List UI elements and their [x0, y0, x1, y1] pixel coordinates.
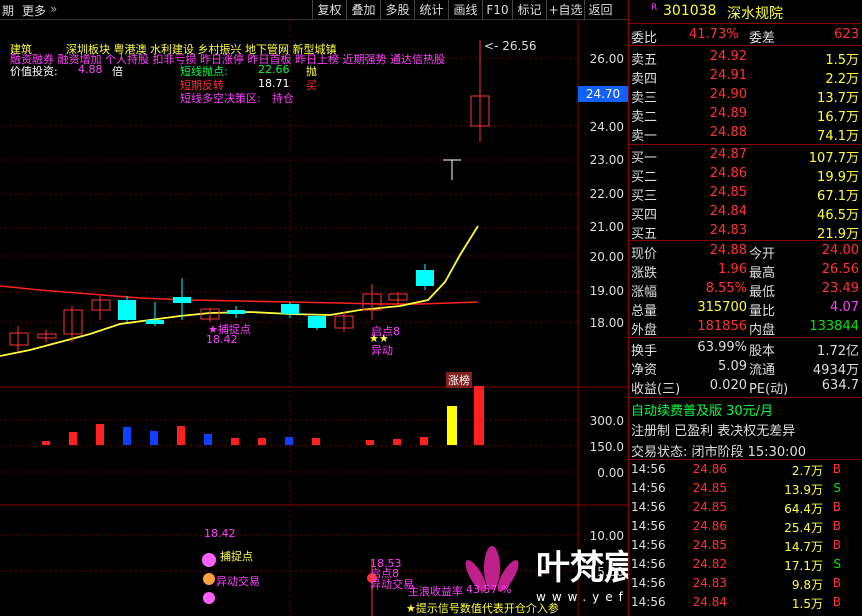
value-unit: 倍	[112, 65, 123, 78]
current-price-tag: 24.70	[578, 86, 628, 102]
bid-row: 买四 24.84 46.5万	[631, 204, 859, 223]
vol-tick-300: 300.0	[589, 414, 624, 428]
r-badge-icon: R	[651, 3, 658, 13]
quote-panel: R 301038 深水规院 委比 41.73% 委差 623 卖五 24.92 1.…	[628, 0, 862, 616]
toolbar-button[interactable]: 标记	[512, 0, 546, 20]
stock-name: 深水规院	[727, 6, 783, 22]
axis-tick-26: 26.00	[589, 52, 624, 66]
toolbar-button[interactable]: +自选	[546, 0, 584, 20]
wave-yield-label: 主浪收益率	[408, 585, 463, 598]
vol-tick-0: 0.00	[597, 466, 624, 480]
sub-catch-label: 捕捉点	[220, 550, 253, 563]
sub-move-trade: 异动交易	[216, 575, 260, 588]
toolbar-button[interactable]: 多股	[380, 0, 414, 20]
ask-row: 卖四 24.91 2.2万	[631, 68, 859, 87]
trade-tick-row: 14:56 24.86 2.7万 B	[631, 462, 841, 478]
catch-point-value: 18.42	[206, 333, 238, 346]
sub-catch-value: 18.42	[204, 527, 236, 540]
fee-line: 自动续费普及版 30元/月	[631, 404, 774, 419]
toolbar-button[interactable]: 复权	[312, 0, 346, 20]
trade-status: 交易状态: 闭市阶段 15:30:00	[631, 445, 807, 460]
stat-row: 总量 315700 量比 4.07	[631, 300, 859, 319]
period-label[interactable]: 期	[2, 2, 14, 19]
axis-tick-19: 19.00	[589, 284, 624, 298]
high-price-label: <- 26.56	[484, 39, 537, 53]
axis-tick-18: 18.00	[589, 316, 624, 330]
axis-tick-20: 20.00	[589, 250, 624, 264]
value-number: 4.88	[78, 63, 103, 76]
zhangbang-badge[interactable]: 涨榜	[446, 372, 472, 388]
decision-value: 持仓	[272, 92, 294, 105]
axis-tick-22: 22.00	[589, 187, 624, 201]
axis-tick-23: 23.00	[589, 153, 624, 167]
stat-row: 涨幅 8.55% 最低 23.49	[631, 281, 859, 300]
toolbar-button[interactable]: 叠加	[346, 0, 380, 20]
toolbar-button[interactable]: 画线	[448, 0, 482, 20]
candles	[9, 40, 490, 352]
decision-label: 短线多空决策区:	[180, 92, 261, 105]
trade-tick-row: 14:56 24.82 17.1万 S	[631, 557, 841, 573]
ask-row: 卖三 24.90 13.7万	[631, 87, 859, 106]
ask-row: 卖五 24.92 1.5万	[631, 49, 859, 68]
reg-line: 注册制 已盈利 表决权无差异	[631, 424, 796, 439]
toolbar-button[interactable]: 统计	[414, 0, 448, 20]
axis-tick-24: 24.00	[589, 120, 624, 134]
bid-row: 买一 24.87 107.7万	[631, 147, 859, 166]
stat-row: 涨跌 1.96 最高 26.56	[631, 262, 859, 281]
bid-row: 买五 24.83 21.9万	[631, 223, 859, 242]
chart-canvas	[0, 20, 628, 616]
volume-bars	[42, 386, 484, 445]
bid-row: 买二 24.86 19.9万	[631, 166, 859, 185]
short-sell-value: 22.66	[258, 63, 290, 76]
trade-tick-row: 14:56 24.85 14.7万 B	[631, 538, 841, 554]
trade-tick-row: 14:56 24.83 9.8万 B	[631, 576, 841, 592]
toolbar-button[interactable]: F10	[482, 0, 512, 20]
stat-row: 现价 24.88 今开 24.00	[631, 243, 859, 262]
weibi-row: 委比 41.73% 委差 623	[631, 27, 859, 46]
vol-tick-150: 150.0	[589, 440, 624, 454]
stat2-row: 净资 5.09 流通 4934万	[631, 359, 859, 378]
axis-tick-21: 21.00	[589, 220, 624, 234]
short-reversal-tag: 买	[306, 79, 317, 92]
stat-row: 外盘 181856 内盘 133844	[631, 319, 859, 338]
trade-tick-row: 14:56 24.84 1.5万 B	[631, 595, 841, 611]
bid-row: 买三 24.85 67.1万	[631, 185, 859, 204]
wave-yield-value: 43.57 %	[466, 583, 512, 596]
trade-tick-row: 14:56 24.85 64.4万 B	[631, 500, 841, 516]
stat2-row: 换手 63.99% 股本 1.72亿	[631, 340, 859, 359]
value-label: 价值投资:	[10, 65, 58, 78]
stock-code: 301038	[663, 3, 717, 19]
more-menu[interactable]: 更多	[22, 2, 46, 19]
trade-tick-row: 14:56 24.85 13.9万 S	[631, 481, 841, 497]
ask-row: 卖二 24.89 16.7万	[631, 106, 859, 125]
kline-chart[interactable]: 26.00 24.00 23.00 22.00 21.00 20.00 19.0…	[0, 20, 808, 616]
short-reversal-value: 18.71	[258, 77, 290, 90]
ask-row: 卖一 24.88 74.1万	[631, 125, 859, 144]
move-label: 异动	[371, 344, 393, 357]
stat2-row: 收益(三) 0.020 PE(动) 634.7	[631, 378, 859, 397]
more-chevron-icon[interactable]: »	[50, 2, 57, 16]
trade-tick-row: 14:56 24.86 25.4万 B	[631, 519, 841, 535]
chart-toolbar: 期 更多 » 复权 叠加 多股 统计 画线 F10 标记 +自选 返回	[0, 0, 628, 20]
toolbar-button[interactable]: 返回	[584, 0, 616, 20]
stock-header: R 301038 深水规院	[629, 2, 862, 22]
